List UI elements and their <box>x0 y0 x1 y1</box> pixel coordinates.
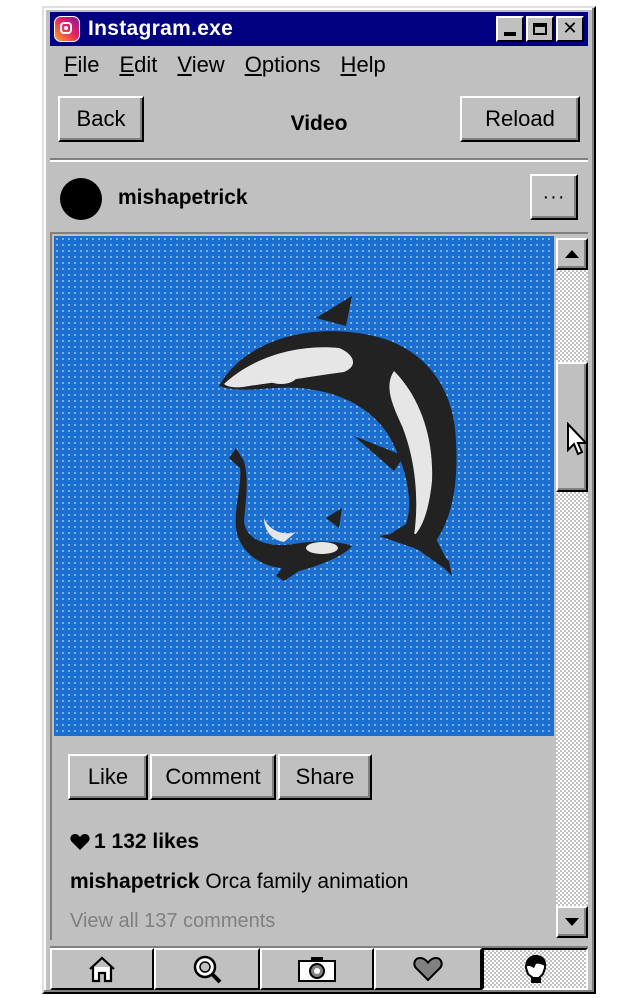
mouse-cursor-icon <box>567 422 589 456</box>
reload-button[interactable]: Reload <box>460 96 580 142</box>
instagram-icon <box>54 16 80 42</box>
arrow-down-icon <box>565 918 579 926</box>
post-header: mishapetrick ··· <box>50 164 588 230</box>
window-title: Instagram.exe <box>88 17 234 40</box>
small-orca-icon <box>229 448 352 581</box>
likes-text: 1 132 likes <box>94 830 200 853</box>
menu-options[interactable]: Options <box>235 52 331 78</box>
tab-activity[interactable] <box>374 948 482 990</box>
arrow-up-icon <box>565 250 579 258</box>
profile-icon <box>524 954 547 983</box>
big-orca-icon <box>219 296 457 576</box>
menu-file[interactable]: File <box>54 52 109 78</box>
video-player[interactable] <box>54 236 554 736</box>
menu-bar: File Edit View Options Help <box>54 52 396 78</box>
heart-icon <box>413 956 443 982</box>
bottom-tab-bar <box>50 946 588 990</box>
app-window: Instagram.exe ✕ File Edit View Options H… <box>42 6 596 994</box>
menu-help[interactable]: Help <box>331 52 396 78</box>
likes-count[interactable]: 1 132 likes <box>70 830 199 854</box>
avatar[interactable] <box>60 178 102 220</box>
maximize-icon <box>533 23 547 35</box>
caption: mishapetrick Orca family animation <box>70 870 408 894</box>
title-bar[interactable]: Instagram.exe ✕ <box>50 12 588 46</box>
minimize-button[interactable] <box>496 16 524 42</box>
tab-search[interactable] <box>154 948 260 990</box>
comment-button[interactable]: Comment <box>150 754 276 800</box>
scroll-up-button[interactable] <box>556 238 588 270</box>
menu-edit[interactable]: Edit <box>109 52 167 78</box>
home-icon <box>89 956 115 983</box>
camera-icon <box>298 957 336 982</box>
close-button[interactable]: ✕ <box>556 16 584 42</box>
post-username[interactable]: mishapetrick <box>118 186 248 210</box>
caption-text: Orca family animation <box>205 870 409 893</box>
maximize-button[interactable] <box>526 16 554 42</box>
tab-home[interactable] <box>50 948 154 990</box>
caption-username[interactable]: mishapetrick <box>70 870 200 893</box>
close-icon: ✕ <box>562 18 578 39</box>
share-button[interactable]: Share <box>278 754 372 800</box>
minimize-icon <box>504 32 516 36</box>
window-controls: ✕ <box>496 16 584 42</box>
view-comments-link[interactable]: View all 137 comments <box>70 910 275 933</box>
more-options-button[interactable]: ··· <box>530 174 578 220</box>
tab-camera[interactable] <box>260 948 374 990</box>
post-actions: Like Comment Share <box>68 754 372 802</box>
divider <box>50 158 588 162</box>
heart-icon <box>70 834 90 850</box>
tab-profile[interactable] <box>482 948 588 990</box>
menu-view[interactable]: View <box>167 52 234 78</box>
search-icon <box>193 955 222 984</box>
like-button[interactable]: Like <box>68 754 148 800</box>
vertical-scrollbar[interactable] <box>556 238 588 938</box>
scroll-down-button[interactable] <box>556 906 588 938</box>
post-content: Like Comment Share 1 132 likes mishapetr… <box>50 232 588 940</box>
nav-bar: Back Video Reload <box>50 90 588 156</box>
orca-illustration <box>219 296 457 581</box>
